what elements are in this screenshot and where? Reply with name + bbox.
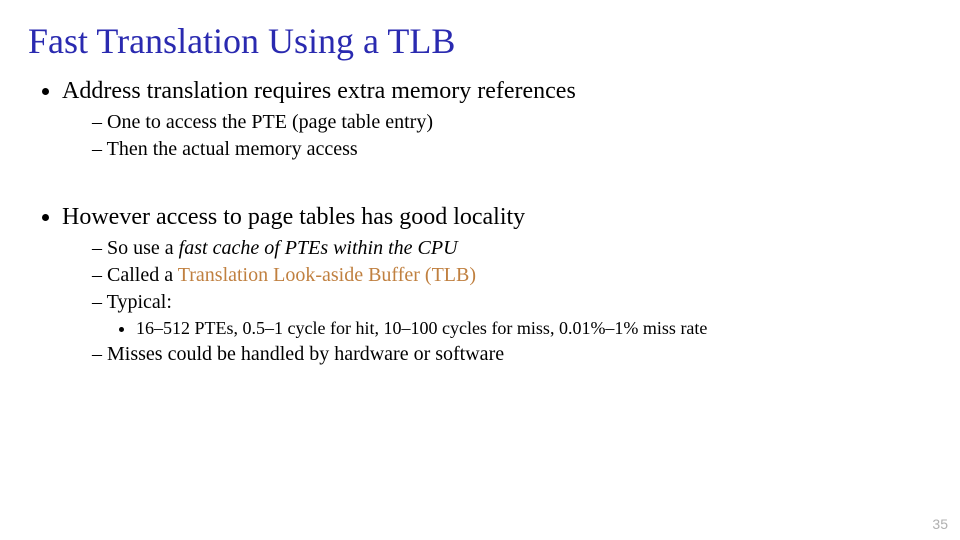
sub-bullet-text: So use a (107, 237, 179, 259)
sub-sub-bullet-text: 16–512 PTEs, 0.5–1 cycle for hit, 10–100… (136, 318, 707, 338)
sub-bullet-text: One to access the PTE (page table entry) (107, 111, 433, 133)
bullet-item: Address translation requires extra memor… (62, 76, 932, 162)
sub-bullet-item: Then the actual memory access (92, 137, 932, 162)
bullet-text: Address translation requires extra memor… (62, 78, 576, 104)
bullet-item: However access to page tables has good l… (62, 202, 932, 367)
sub-bullet-text: Then the actual memory access (107, 138, 358, 160)
sub-bullet-item: Misses could be handled by hardware or s… (92, 342, 932, 367)
sub-sub-bullet-list: 16–512 PTEs, 0.5–1 cycle for hit, 10–100… (92, 317, 932, 340)
spacer (28, 164, 932, 202)
sub-bullet-list: So use a fast cache of PTEs within the C… (62, 236, 932, 367)
sub-sub-bullet-item: 16–512 PTEs, 0.5–1 cycle for hit, 10–100… (136, 317, 932, 340)
sub-bullet-item: Called a Translation Look-aside Buffer (… (92, 263, 932, 288)
slide: Fast Translation Using a TLB Address tra… (0, 0, 960, 540)
sub-bullet-item: So use a fast cache of PTEs within the C… (92, 236, 932, 261)
page-number: 35 (932, 516, 948, 532)
slide-body: Address translation requires extra memor… (28, 76, 932, 367)
sub-bullet-list: One to access the PTE (page table entry)… (62, 110, 932, 162)
sub-bullet-accent: Translation Look-aside Buffer (TLB) (178, 264, 476, 286)
bullet-list: However access to page tables has good l… (28, 202, 932, 367)
bullet-text: However access to page tables has good l… (62, 204, 525, 230)
sub-bullet-text: Misses could be handled by hardware or s… (107, 343, 504, 365)
sub-bullet-text: Typical: (107, 291, 172, 313)
slide-title: Fast Translation Using a TLB (28, 20, 932, 62)
sub-bullet-item: Typical: 16–512 PTEs, 0.5–1 cycle for hi… (92, 290, 932, 340)
sub-bullet-text: Called a (107, 264, 178, 286)
sub-bullet-item: One to access the PTE (page table entry) (92, 110, 932, 135)
bullet-list: Address translation requires extra memor… (28, 76, 932, 162)
sub-bullet-italic: fast cache of PTEs within the CPU (179, 237, 458, 259)
